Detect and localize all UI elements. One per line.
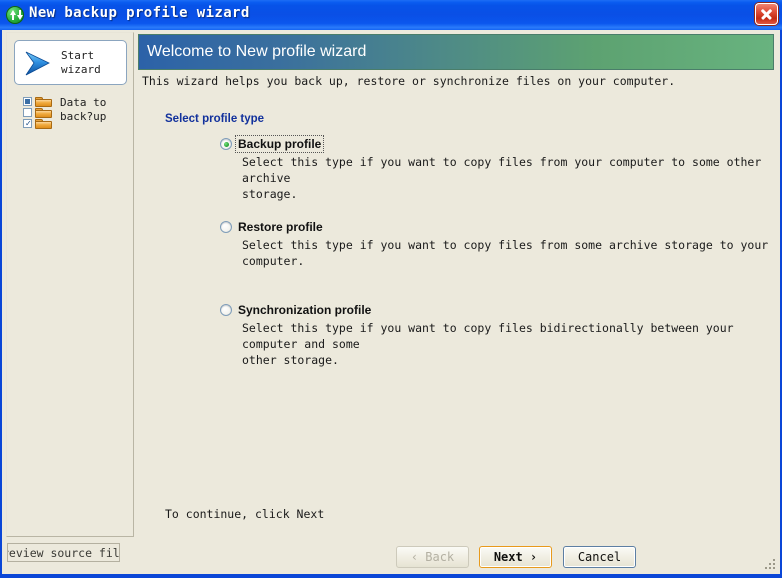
radio-button[interactable]: [220, 138, 232, 150]
sidebar-item-label: Data to back?up: [60, 96, 107, 123]
status-field-text: review source file: [7, 546, 120, 560]
status-field[interactable]: review source file: [7, 543, 120, 562]
radio-label[interactable]: Synchronization profile: [236, 302, 373, 318]
wizard-step-sidebar: Start wizard ✓ Data to back?up: [6, 32, 134, 537]
page-banner: Welcome to New profile wizard: [138, 34, 774, 70]
radio-button[interactable]: [220, 221, 232, 233]
client-area: Start wizard ✓ Data to back?up Welcome t…: [2, 30, 780, 574]
wizard-window: New backup profile wizard Start wizard ✓…: [0, 0, 782, 578]
blue-chevron-arrow-icon: [23, 50, 53, 77]
radio-label[interactable]: Restore profile: [236, 219, 325, 235]
sidebar-item-data-to-backup[interactable]: ✓ Data to back?up: [14, 93, 127, 133]
close-icon[interactable]: [755, 3, 778, 25]
next-button[interactable]: Next ›: [479, 546, 552, 568]
continue-hint: To continue, click Next: [165, 507, 325, 521]
sidebar-item-label: Start wizard: [61, 49, 101, 76]
folders-checklist-icon: ✓: [23, 97, 55, 129]
resize-grip[interactable]: [763, 557, 777, 571]
window-titlebar[interactable]: New backup profile wizard: [0, 0, 782, 30]
radio-button[interactable]: [220, 304, 232, 316]
section-heading: Select profile type: [165, 113, 265, 125]
page-title: Welcome to New profile wizard: [147, 43, 367, 60]
radio-description: Select this type if you want to copy fil…: [242, 155, 762, 201]
sidebar-item-start-wizard[interactable]: Start wizard: [14, 40, 127, 85]
cancel-button[interactable]: Cancel: [563, 546, 636, 568]
radio-label[interactable]: Backup profile: [234, 135, 325, 153]
intro-text: This wizard helps you back up, restore o…: [142, 74, 676, 88]
window-title: New backup profile wizard: [29, 5, 250, 21]
wizard-content-panel: Welcome to New profile wizard This wizar…: [138, 32, 776, 567]
back-button[interactable]: ‹ Back: [396, 546, 469, 568]
radio-description: Select this type if you want to copy fil…: [242, 321, 734, 367]
sync-arrows-green-icon: [6, 6, 24, 24]
radio-description: Select this type if you want to copy fil…: [242, 238, 776, 268]
